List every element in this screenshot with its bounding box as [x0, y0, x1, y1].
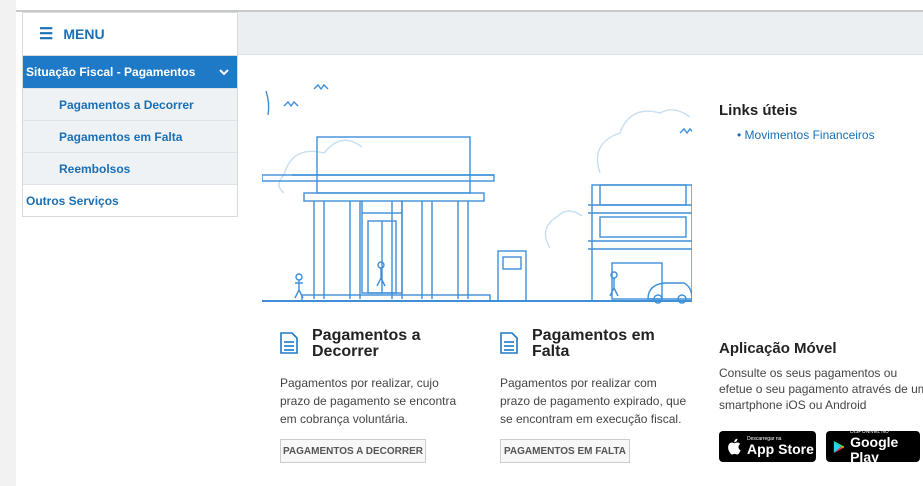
sidebar-item-label: Outros Serviços	[26, 193, 119, 208]
sidebar-item-label: Situação Fiscal - Pagamentos	[26, 65, 196, 79]
pagamentos-em-falta-button[interactable]: PAGAMENTOS EM FALTA	[500, 439, 630, 463]
sidebar-menu: ☰ MENU Situação Fiscal - Pagamentos Paga…	[22, 12, 238, 217]
app-store-badge[interactable]: Descarregar na App Store	[719, 431, 816, 462]
play-icon	[833, 440, 845, 453]
document-icon	[280, 332, 298, 354]
menu-title: MENU	[63, 26, 105, 42]
google-play-badge[interactable]: DISPONÍVEL NO Google Play	[826, 429, 920, 465]
sidebar-item-label: Reembolsos	[59, 161, 131, 176]
app-store-label: App Store	[747, 441, 814, 457]
card-description: Pagamentos por realizar, cujo prazo de p…	[280, 376, 457, 426]
menu-header[interactable]: ☰ MENU	[23, 13, 237, 56]
card-description: Pagamentos por realizar com prazo de pag…	[500, 376, 687, 426]
tax-office-illustration	[262, 83, 692, 304]
app-description: Consulte os seus pagamentos ou efetue o …	[719, 366, 923, 412]
sidebar-item-reembolsos[interactable]: Reembolsos	[23, 152, 237, 184]
links-title: Links úteis	[719, 102, 798, 119]
sidebar-item-pagamentos-em-falta[interactable]: Pagamentos em Falta	[23, 120, 237, 152]
sidebar-item-pagamentos-a-decorrer[interactable]: Pagamentos a Decorrer	[23, 88, 237, 120]
document-icon	[500, 332, 518, 354]
app-title: Aplicação Móvel	[719, 340, 837, 357]
sidebar-item-outros-servicos[interactable]: Outros Serviços	[23, 184, 237, 216]
card-pagamentos-a-decorrer: Pagamentos a Decorrer Pagamentos por real…	[280, 328, 470, 428]
google-play-label: Google Play	[850, 433, 899, 465]
sidebar-item-situacao-fiscal[interactable]: Situação Fiscal - Pagamentos	[23, 56, 237, 88]
apple-icon	[728, 438, 741, 455]
card-title: Pagamentos em Falta	[532, 327, 655, 360]
sidebar-item-label: Pagamentos em Falta	[59, 129, 183, 144]
top-bar	[238, 12, 923, 55]
card-pagamentos-em-falta: Pagamentos em Falta Pagamentos por realiz…	[500, 328, 690, 428]
sidebar-item-label: Pagamentos a Decorrer	[59, 97, 194, 112]
card-title: Pagamentos a Decorrer	[312, 327, 421, 360]
pagamentos-a-decorrer-button[interactable]: PAGAMENTOS A DECORRER	[280, 439, 426, 463]
page-left-gutter	[0, 0, 16, 486]
hamburger-icon[interactable]: ☰	[39, 24, 53, 44]
link-movimentos-financeiros[interactable]: • Movimentos Financeiros	[737, 128, 875, 142]
chevron-down-icon	[219, 69, 229, 76]
